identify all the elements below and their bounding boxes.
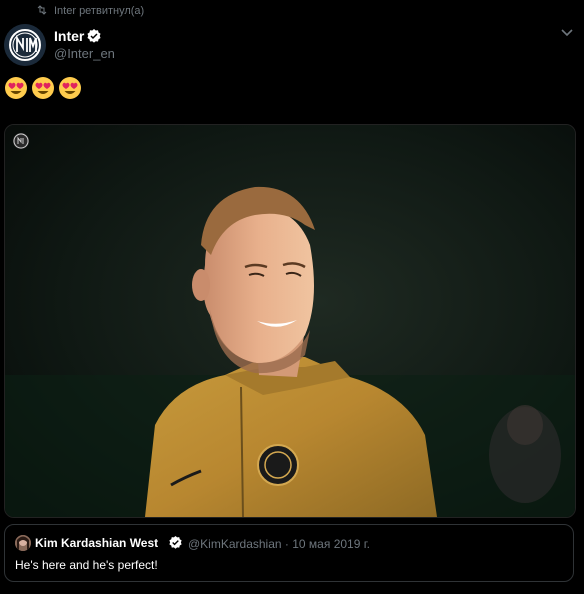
quoted-author-name[interactable]: Kim Kardashian West <box>35 536 158 550</box>
heart-eyes-emoji-icon <box>5 77 27 99</box>
retweet-indicator[interactable]: Inter ретвитнул(а) <box>0 2 584 20</box>
author-avatar[interactable] <box>4 24 46 66</box>
author-handle[interactable]: @Inter_en <box>54 46 115 61</box>
meta-separator: · <box>284 537 289 551</box>
tweet-photo[interactable] <box>4 124 576 518</box>
chevron-down-icon[interactable] <box>560 28 574 38</box>
quoted-meta: @KimKardashian · 10 мая 2019 г. <box>188 537 370 551</box>
quoted-tweet-text: He's here and he's perfect! <box>15 558 158 572</box>
avatar-image <box>15 535 31 551</box>
verified-badge-icon <box>169 535 182 549</box>
verified-badge-icon <box>87 29 101 43</box>
tweet-text <box>4 76 82 102</box>
retweet-icon <box>37 5 47 15</box>
inter-logo <box>4 24 46 66</box>
quoted-handle[interactable]: @KimKardashian <box>188 537 282 551</box>
quoted-author-avatar[interactable] <box>15 535 31 551</box>
player-photo <box>5 125 575 517</box>
author-name[interactable]: Inter <box>54 28 84 44</box>
quoted-tweet[interactable]: Kim Kardashian West @KimKardashian · 10 … <box>4 524 574 582</box>
retweet-label: Inter ретвитнул(а) <box>54 5 145 17</box>
heart-eyes-emoji-icon <box>32 77 54 99</box>
quoted-date[interactable]: 10 мая 2019 г. <box>292 537 370 551</box>
inter-logo-icon <box>13 133 29 149</box>
heart-eyes-emoji-icon <box>59 77 81 99</box>
